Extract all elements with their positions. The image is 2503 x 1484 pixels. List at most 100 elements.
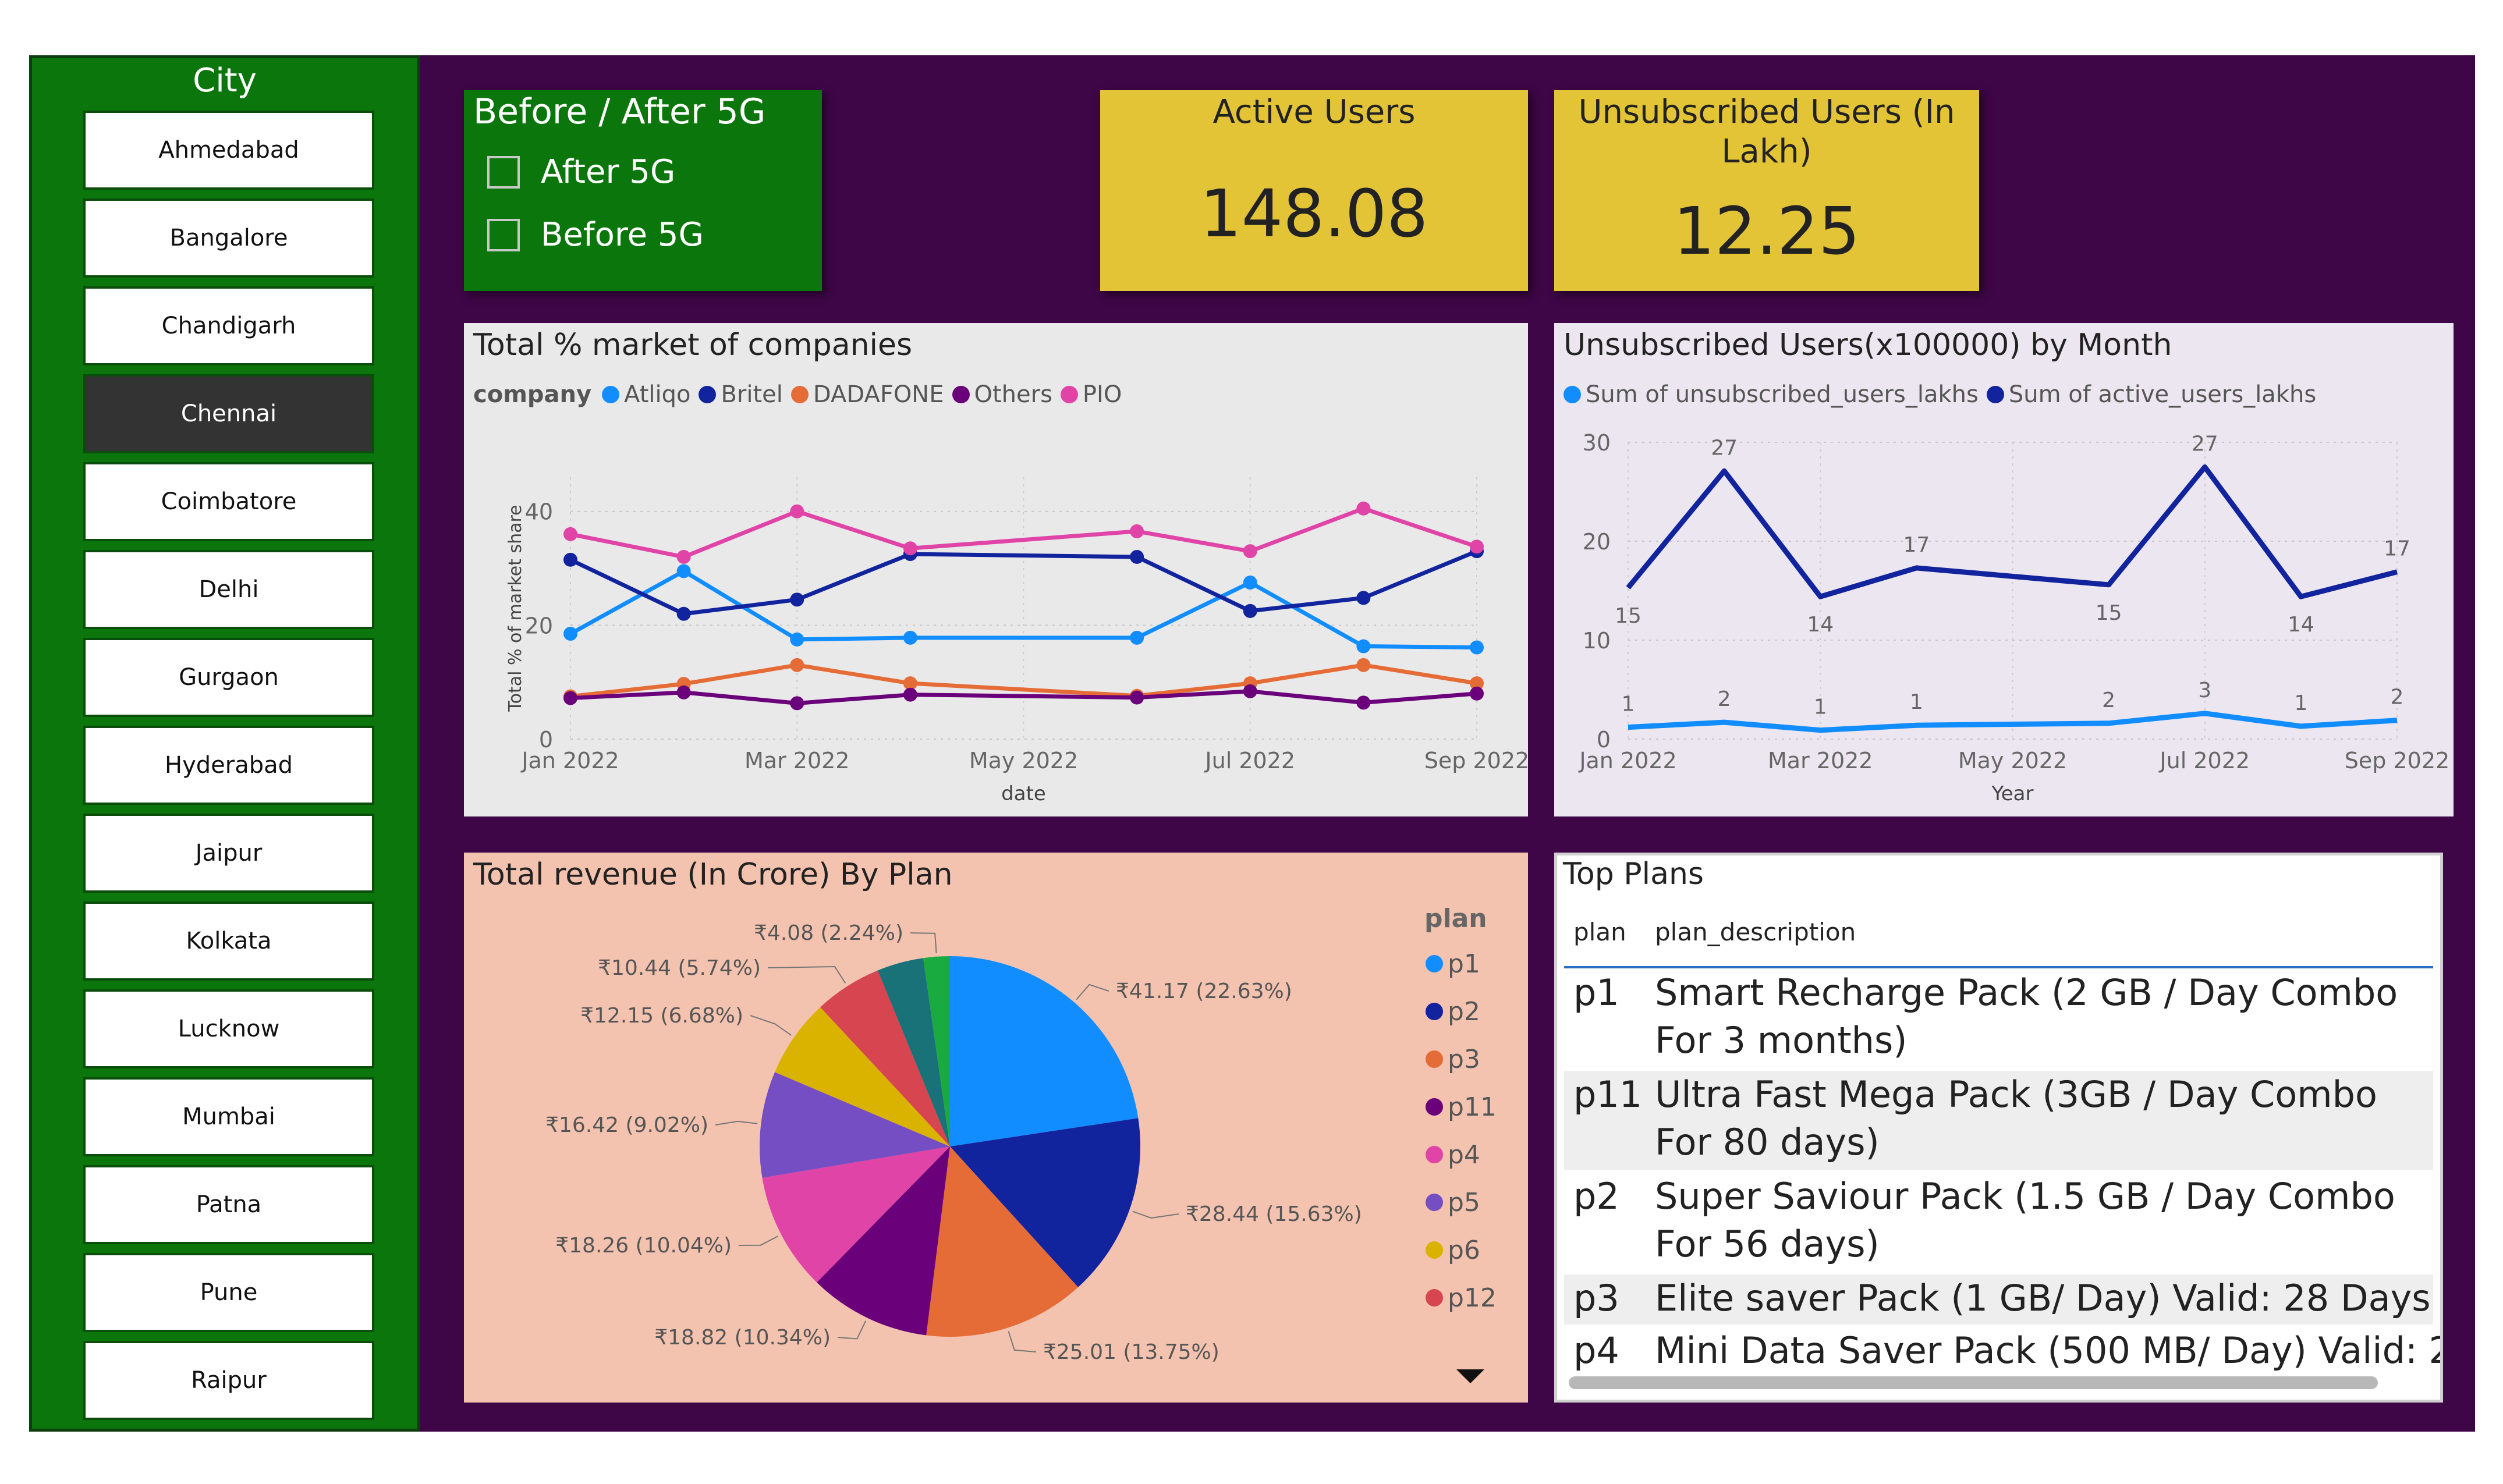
x-tick-label: Jan 2022 [520, 748, 619, 773]
slice-data-label: ₹16.42 (9.02%) [545, 1113, 708, 1137]
data-point[interactable] [903, 630, 917, 645]
x-tick-label: May 2022 [1958, 748, 2067, 773]
filter-option-label: Before 5G [541, 216, 704, 254]
city-item-mumbai[interactable]: Mumbai [83, 1077, 374, 1156]
kpi-label: Unsubscribed Users (In Lakh) [1578, 93, 1955, 171]
pie-slice-p1[interactable] [950, 956, 1139, 1146]
data-point[interactable] [1243, 684, 1257, 698]
legend-item-p12[interactable]: p12 [1426, 1274, 1497, 1322]
legend-item-p6[interactable]: p6 [1426, 1226, 1497, 1274]
column-header-plan-description[interactable]: plan_description [1655, 918, 1856, 946]
filter-option-before-5g[interactable]: Before 5G [487, 216, 704, 254]
data-label: 1 [2294, 691, 2307, 715]
data-point[interactable] [676, 606, 691, 621]
data-point[interactable] [563, 527, 577, 541]
legend-item-p2[interactable]: p2 [1426, 988, 1497, 1035]
city-item-chennai[interactable]: Chennai [83, 374, 374, 453]
legend-label: p6 [1448, 1235, 1480, 1265]
leader-line [1132, 1210, 1179, 1219]
data-label: 15 [1615, 604, 1642, 628]
legend-item-p1[interactable]: p1 [1426, 940, 1497, 988]
city-item-lucknow[interactable]: Lucknow [83, 989, 374, 1068]
data-point[interactable] [1130, 549, 1144, 564]
x-tick-label: Sep 2022 [2345, 748, 2449, 773]
column-header-plan[interactable]: plan [1573, 918, 1626, 946]
data-point[interactable] [790, 632, 804, 647]
slice-data-label: ₹25.01 (13.75%) [1043, 1340, 1219, 1364]
city-item-ahmedabad[interactable]: Ahmedabad [83, 111, 374, 190]
data-label: 2 [2102, 688, 2115, 712]
checkbox-after-5g[interactable] [487, 155, 520, 189]
data-point[interactable] [1243, 544, 1257, 559]
data-point[interactable] [903, 541, 917, 556]
horizontal-scrollbar[interactable] [1569, 1376, 2378, 1389]
table-row[interactable]: p11 Ultra Fast Mega Pack (3GB / Day Combo… [1564, 1071, 2433, 1170]
plan-code: p3 [1573, 1277, 1619, 1319]
table-row[interactable]: p4 Mini Data Saver Pack (500 MB/ Day) Val… [1564, 1327, 2440, 1377]
slice-data-label: ₹28.44 (15.63%) [1186, 1202, 1362, 1226]
data-point[interactable] [790, 592, 804, 607]
plan-description: Ultra Fast Mega Pack (3GB / Day Combo Fo… [1655, 1073, 2377, 1163]
data-label: 1 [1814, 695, 1827, 719]
city-item-patna[interactable]: Patna [83, 1165, 374, 1244]
data-point[interactable] [1470, 539, 1484, 554]
data-point[interactable] [1356, 591, 1371, 605]
city-item-kolkata[interactable]: Kolkata [83, 901, 374, 981]
city-item-chandigarh[interactable]: Chandigarh [83, 286, 374, 365]
plan-code: p2 [1573, 1175, 1619, 1217]
data-point[interactable] [1130, 690, 1144, 705]
data-point[interactable] [1356, 501, 1371, 516]
series-line-pio[interactable] [570, 506, 1478, 559]
unsubscribed-users-chart-panel: Unsubscribed Users(x100000) by Month Sum… [1554, 323, 2454, 816]
data-point[interactable] [1470, 640, 1484, 655]
legend-marker [1426, 955, 1443, 972]
data-point[interactable] [1243, 575, 1257, 590]
data-point[interactable] [563, 627, 577, 641]
filter-option-after-5g[interactable]: After 5G [487, 153, 675, 191]
x-tick-label: Jan 2022 [1578, 748, 1676, 773]
data-label: 3 [2198, 679, 2211, 702]
checkbox-before-5g[interactable] [487, 218, 520, 251]
city-item-hyderabad[interactable]: Hyderabad [83, 726, 374, 805]
table-row[interactable]: p3 Elite saver Pack (1 GB/ Day) Valid: 28… [1564, 1274, 2433, 1325]
city-item-jaipur[interactable]: Jaipur [83, 814, 374, 893]
leader-line [837, 1320, 867, 1340]
plan-code: p1 [1573, 971, 1619, 1014]
city-item-pune[interactable]: Pune [83, 1253, 374, 1332]
city-item-raipur[interactable]: Raipur [83, 1341, 374, 1420]
data-point[interactable] [676, 549, 691, 564]
legend-item-p5[interactable]: p5 [1426, 1178, 1497, 1226]
legend-marker [1426, 1194, 1443, 1211]
table-row[interactable]: p2 Super Saviour Pack (1.5 GB / Day Combo… [1564, 1173, 2433, 1272]
table-row[interactable]: p1 Smart Recharge Pack (2 GB / Day Combo … [1564, 969, 2433, 1068]
data-point[interactable] [1356, 639, 1371, 654]
legend-item-p4[interactable]: p4 [1426, 1131, 1497, 1178]
data-point[interactable] [563, 552, 577, 567]
data-point[interactable] [1243, 603, 1257, 618]
data-point[interactable] [563, 691, 577, 705]
y-axis-label: Total % of market share [505, 505, 526, 712]
legend-item-p3[interactable]: p3 [1426, 1035, 1497, 1083]
slice-data-label: ₹18.26 (10.04%) [555, 1234, 732, 1258]
data-point[interactable] [1470, 686, 1484, 701]
data-point[interactable] [1356, 695, 1371, 710]
data-point[interactable] [1130, 524, 1144, 538]
data-point[interactable] [790, 658, 804, 672]
data-point[interactable] [903, 687, 917, 702]
data-point[interactable] [676, 685, 691, 700]
legend-scroll-down-icon[interactable] [1456, 1369, 1484, 1383]
city-item-gurgaon[interactable]: Gurgaon [83, 638, 374, 717]
city-item-coimbatore[interactable]: Coimbatore [83, 462, 374, 541]
x-tick-label: Sep 2022 [1424, 748, 1528, 773]
x-tick-label: May 2022 [969, 748, 1078, 773]
data-point[interactable] [790, 504, 804, 519]
legend-item-p11[interactable]: p11 [1426, 1083, 1497, 1131]
legend-marker [1426, 1098, 1443, 1116]
legend-marker [1426, 1289, 1443, 1307]
data-point[interactable] [1356, 658, 1371, 672]
city-item-bangalore[interactable]: Bangalore [83, 198, 374, 278]
city-item-delhi[interactable]: Delhi [83, 550, 374, 629]
data-point[interactable] [790, 696, 804, 711]
data-point[interactable] [676, 564, 691, 578]
data-point[interactable] [1130, 630, 1144, 645]
